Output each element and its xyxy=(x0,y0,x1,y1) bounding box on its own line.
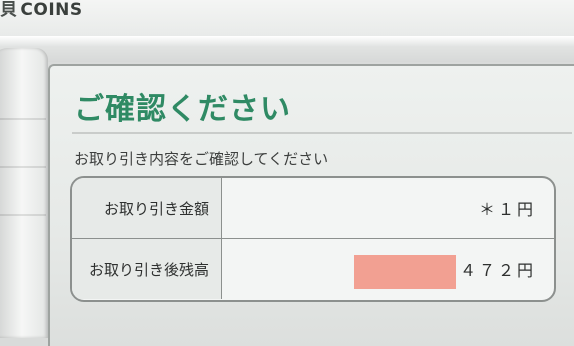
pad-ridge xyxy=(0,214,46,216)
row-label: お取り引き後残高 xyxy=(72,239,222,299)
redaction-block xyxy=(354,255,456,289)
pad-ridge xyxy=(0,118,46,120)
row-label: お取り引き金額 xyxy=(72,178,222,238)
atm-screen: ご確認ください お取り引き内容をご確認してください お取り引き金額 ＊１円 お取… xyxy=(48,64,574,346)
bezel-edge xyxy=(0,36,574,46)
coins-label: 貝 COINS xyxy=(0,0,83,22)
coins-text: COINS xyxy=(20,0,83,20)
table-row-balance: お取り引き後残高 ３，４７２円 xyxy=(72,239,554,299)
instruction-text: お取り引き内容をご確認してください xyxy=(74,150,329,168)
table-row-amount: お取り引き金額 ＊１円 xyxy=(72,178,554,238)
side-bezel-pad xyxy=(0,48,48,338)
pad-ridge xyxy=(0,166,46,168)
coins-glyph: 貝 xyxy=(0,0,18,20)
transaction-summary-table: お取り引き金額 ＊１円 お取り引き後残高 ３，４７２円 xyxy=(70,176,556,302)
page-title: ご確認ください xyxy=(74,92,291,127)
row-value: ＊１円 xyxy=(478,200,536,219)
title-divider xyxy=(72,132,572,134)
atm-bezel-top: 貝 COINS xyxy=(0,0,574,62)
